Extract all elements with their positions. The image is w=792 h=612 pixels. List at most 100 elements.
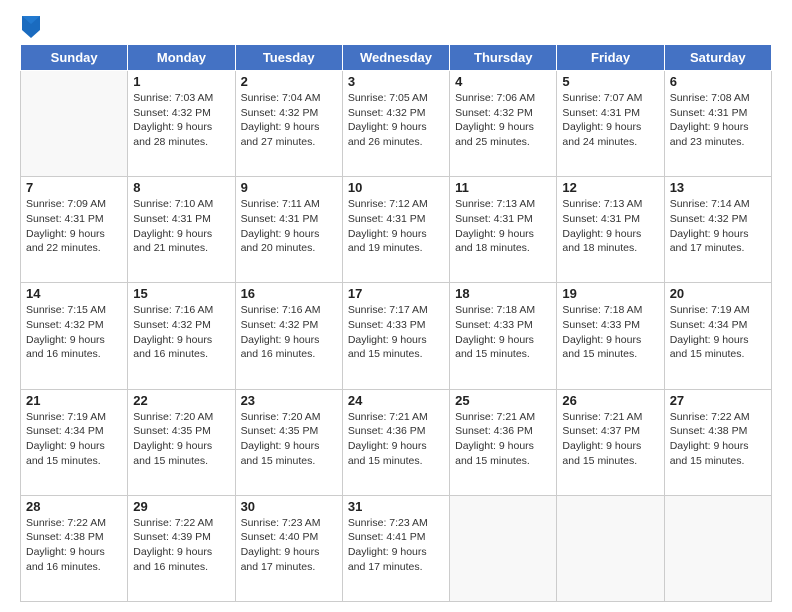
calendar-cell: 10 Sunrise: 7:12 AMSunset: 4:31 PMDayligh…	[342, 177, 449, 283]
calendar-cell: 7 Sunrise: 7:09 AMSunset: 4:31 PMDaylight…	[21, 177, 128, 283]
calendar-cell: 12Sunrise: 7:13 AMSunset: 4:31 PMDayligh…	[557, 177, 664, 283]
day-info: Sunrise: 7:17 AMSunset: 4:33 PMDaylight:…	[348, 303, 444, 362]
day-number: 13	[670, 180, 766, 195]
day-info: Sunrise: 7:08 AMSunset: 4:31 PMDaylight:…	[670, 91, 766, 150]
calendar-cell: 1 Sunrise: 7:03 AMSunset: 4:32 PMDaylight…	[128, 71, 235, 177]
calendar-header-wednesday: Wednesday	[342, 45, 449, 71]
calendar-cell: 21 Sunrise: 7:19 AMSunset: 4:34 PMDayligh…	[21, 389, 128, 495]
header	[20, 16, 772, 36]
calendar-cell: 20Sunrise: 7:19 AMSunset: 4:34 PMDayligh…	[664, 283, 771, 389]
calendar-cell: 8 Sunrise: 7:10 AMSunset: 4:31 PMDaylight…	[128, 177, 235, 283]
day-info: Sunrise: 7:12 AMSunset: 4:31 PMDaylight:…	[348, 197, 444, 256]
calendar-cell: 4 Sunrise: 7:06 AMSunset: 4:32 PMDaylight…	[450, 71, 557, 177]
day-info: Sunrise: 7:15 AMSunset: 4:32 PMDaylight:…	[26, 303, 122, 362]
calendar-cell: 29 Sunrise: 7:22 AMSunset: 4:39 PMDayligh…	[128, 495, 235, 601]
day-number: 11	[455, 180, 551, 195]
calendar-header-thursday: Thursday	[450, 45, 557, 71]
calendar-cell	[450, 495, 557, 601]
day-info: Sunrise: 7:21 AMSunset: 4:36 PMDaylight:…	[455, 410, 551, 469]
calendar-cell: 9Sunrise: 7:11 AMSunset: 4:31 PMDaylight…	[235, 177, 342, 283]
day-info: Sunrise: 7:21 AMSunset: 4:37 PMDaylight:…	[562, 410, 658, 469]
day-info: Sunrise: 7:07 AMSunset: 4:31 PMDaylight:…	[562, 91, 658, 150]
calendar-cell: 15 Sunrise: 7:16 AMSunset: 4:32 PMDayligh…	[128, 283, 235, 389]
day-number: 9	[241, 180, 337, 195]
day-number: 18	[455, 286, 551, 301]
calendar-header-saturday: Saturday	[664, 45, 771, 71]
day-info: Sunrise: 7:19 AMSunset: 4:34 PMDaylight:…	[670, 303, 766, 362]
day-number: 10	[348, 180, 444, 195]
day-info: Sunrise: 7:20 AMSunset: 4:35 PMDaylight:…	[133, 410, 229, 469]
day-number: 8	[133, 180, 229, 195]
calendar-header-row: SundayMondayTuesdayWednesdayThursdayFrid…	[21, 45, 772, 71]
calendar-cell: 2 Sunrise: 7:04 AMSunset: 4:32 PMDaylight…	[235, 71, 342, 177]
day-number: 21	[26, 393, 122, 408]
logo	[20, 16, 40, 36]
day-number: 19	[562, 286, 658, 301]
day-number: 2	[241, 74, 337, 89]
day-info: Sunrise: 7:20 AMSunset: 4:35 PMDaylight:…	[241, 410, 337, 469]
day-number: 25	[455, 393, 551, 408]
calendar-header-sunday: Sunday	[21, 45, 128, 71]
day-number: 4	[455, 74, 551, 89]
calendar-cell	[664, 495, 771, 601]
day-number: 26	[562, 393, 658, 408]
logo-icon	[22, 16, 40, 38]
day-number: 31	[348, 499, 444, 514]
day-number: 24	[348, 393, 444, 408]
day-info: Sunrise: 7:21 AMSunset: 4:36 PMDaylight:…	[348, 410, 444, 469]
calendar-cell: 22 Sunrise: 7:20 AMSunset: 4:35 PMDayligh…	[128, 389, 235, 495]
day-number: 15	[133, 286, 229, 301]
day-number: 5	[562, 74, 658, 89]
calendar-cell: 31 Sunrise: 7:23 AMSunset: 4:41 PMDayligh…	[342, 495, 449, 601]
day-info: Sunrise: 7:06 AMSunset: 4:32 PMDaylight:…	[455, 91, 551, 150]
day-info: Sunrise: 7:05 AMSunset: 4:32 PMDaylight:…	[348, 91, 444, 150]
day-info: Sunrise: 7:09 AMSunset: 4:31 PMDaylight:…	[26, 197, 122, 256]
calendar-table: SundayMondayTuesdayWednesdayThursdayFrid…	[20, 44, 772, 602]
day-info: Sunrise: 7:19 AMSunset: 4:34 PMDaylight:…	[26, 410, 122, 469]
calendar-cell: 3Sunrise: 7:05 AMSunset: 4:32 PMDaylight…	[342, 71, 449, 177]
calendar-cell: 19 Sunrise: 7:18 AMSunset: 4:33 PMDayligh…	[557, 283, 664, 389]
day-number: 28	[26, 499, 122, 514]
day-number: 1	[133, 74, 229, 89]
day-info: Sunrise: 7:13 AMSunset: 4:31 PMDaylight:…	[562, 197, 658, 256]
calendar-cell: 11 Sunrise: 7:13 AMSunset: 4:31 PMDayligh…	[450, 177, 557, 283]
day-info: Sunrise: 7:03 AMSunset: 4:32 PMDaylight:…	[133, 91, 229, 150]
calendar-cell: 5 Sunrise: 7:07 AMSunset: 4:31 PMDaylight…	[557, 71, 664, 177]
day-number: 22	[133, 393, 229, 408]
day-number: 30	[241, 499, 337, 514]
calendar-cell: 24 Sunrise: 7:21 AMSunset: 4:36 PMDayligh…	[342, 389, 449, 495]
calendar-week-4: 28 Sunrise: 7:22 AMSunset: 4:38 PMDayligh…	[21, 495, 772, 601]
calendar-header-friday: Friday	[557, 45, 664, 71]
calendar-cell: 16 Sunrise: 7:16 AMSunset: 4:32 PMDayligh…	[235, 283, 342, 389]
day-info: Sunrise: 7:10 AMSunset: 4:31 PMDaylight:…	[133, 197, 229, 256]
day-info: Sunrise: 7:13 AMSunset: 4:31 PMDaylight:…	[455, 197, 551, 256]
calendar-week-1: 7 Sunrise: 7:09 AMSunset: 4:31 PMDaylight…	[21, 177, 772, 283]
day-number: 7	[26, 180, 122, 195]
calendar-cell: 25 Sunrise: 7:21 AMSunset: 4:36 PMDayligh…	[450, 389, 557, 495]
day-info: Sunrise: 7:23 AMSunset: 4:41 PMDaylight:…	[348, 516, 444, 575]
day-number: 6	[670, 74, 766, 89]
calendar-cell	[557, 495, 664, 601]
day-info: Sunrise: 7:18 AMSunset: 4:33 PMDaylight:…	[455, 303, 551, 362]
day-number: 17	[348, 286, 444, 301]
day-info: Sunrise: 7:22 AMSunset: 4:39 PMDaylight:…	[133, 516, 229, 575]
calendar-cell: 13Sunrise: 7:14 AMSunset: 4:32 PMDayligh…	[664, 177, 771, 283]
day-info: Sunrise: 7:22 AMSunset: 4:38 PMDaylight:…	[26, 516, 122, 575]
day-info: Sunrise: 7:16 AMSunset: 4:32 PMDaylight:…	[241, 303, 337, 362]
calendar-cell: 18 Sunrise: 7:18 AMSunset: 4:33 PMDayligh…	[450, 283, 557, 389]
day-number: 27	[670, 393, 766, 408]
day-info: Sunrise: 7:22 AMSunset: 4:38 PMDaylight:…	[670, 410, 766, 469]
calendar-cell: 30Sunrise: 7:23 AMSunset: 4:40 PMDayligh…	[235, 495, 342, 601]
day-number: 16	[241, 286, 337, 301]
day-number: 23	[241, 393, 337, 408]
day-info: Sunrise: 7:16 AMSunset: 4:32 PMDaylight:…	[133, 303, 229, 362]
day-info: Sunrise: 7:04 AMSunset: 4:32 PMDaylight:…	[241, 91, 337, 150]
day-info: Sunrise: 7:18 AMSunset: 4:33 PMDaylight:…	[562, 303, 658, 362]
day-number: 14	[26, 286, 122, 301]
calendar-cell: 17 Sunrise: 7:17 AMSunset: 4:33 PMDayligh…	[342, 283, 449, 389]
day-number: 29	[133, 499, 229, 514]
calendar-header-monday: Monday	[128, 45, 235, 71]
calendar-cell: 26 Sunrise: 7:21 AMSunset: 4:37 PMDayligh…	[557, 389, 664, 495]
calendar-week-2: 14 Sunrise: 7:15 AMSunset: 4:32 PMDayligh…	[21, 283, 772, 389]
page: SundayMondayTuesdayWednesdayThursdayFrid…	[0, 0, 792, 612]
